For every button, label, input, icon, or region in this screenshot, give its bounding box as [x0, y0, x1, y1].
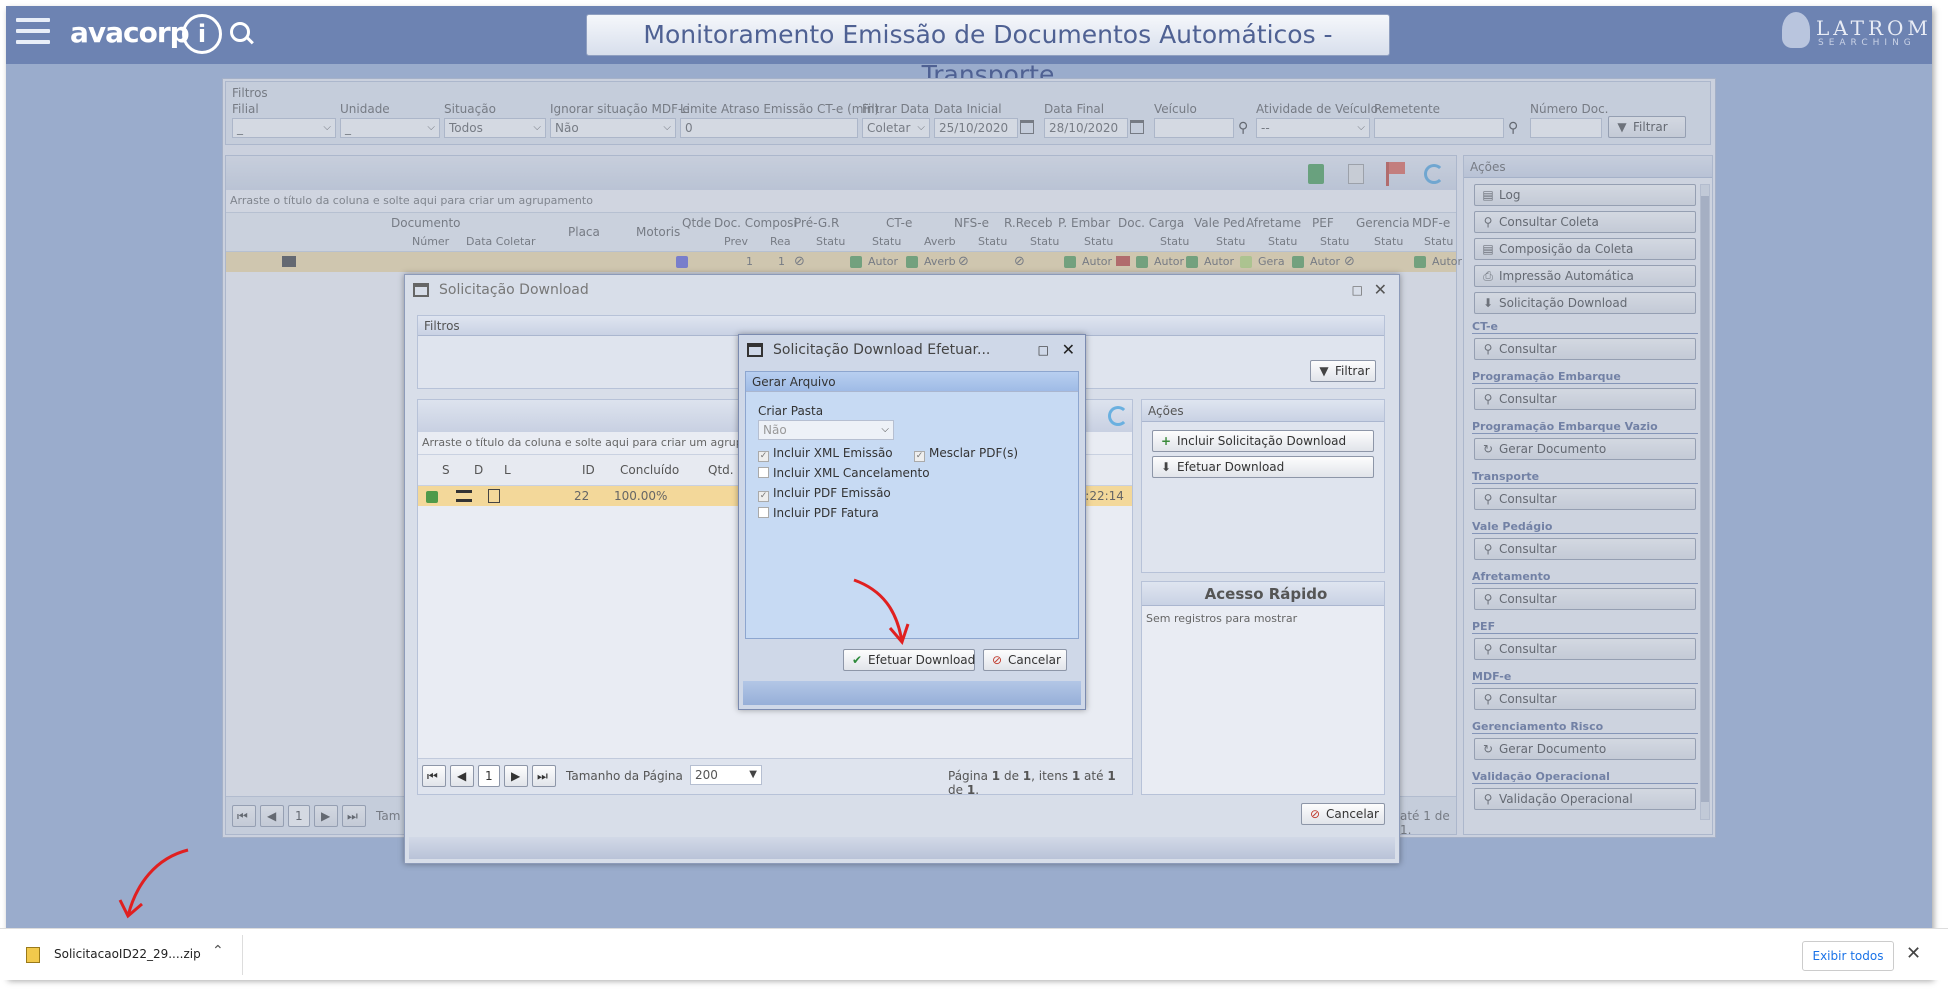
download-bar: SolicitacaoID22_29....zip ⌃ Exibir todos… — [0, 928, 1948, 980]
list-icon[interactable] — [456, 490, 472, 502]
efetuar-cancel-button[interactable]: ⊘ Cancelar — [983, 649, 1067, 671]
page-number[interactable]: 1 — [478, 765, 500, 787]
quick-access-panel: Acesso Rápido Sem registros para mostrar — [1141, 581, 1385, 795]
quick-access-title: Acesso Rápido — [1142, 582, 1384, 606]
top-bar: avacorp i Monitoramento Emissão de Docum… — [6, 6, 1932, 89]
incluir-xml-cancelamento-checkbox[interactable]: Incluir XML Cancelamento — [758, 466, 930, 480]
dialog-title: Solicitação Download — [439, 282, 589, 298]
first-page-button[interactable]: ⏮ — [422, 765, 446, 787]
dialog-actions: Ações + Incluir Solicitação Download ⬇ Efe… — [1141, 399, 1385, 573]
maximize-icon[interactable]: □ — [1352, 275, 1363, 305]
window-icon — [413, 283, 429, 297]
dialog-cancel-button[interactable]: ⊘ Cancelar — [1301, 803, 1385, 825]
cancel-icon: ⊘ — [991, 653, 1003, 667]
dialog-footer — [409, 837, 1395, 859]
red-arrow-annotation — [118, 848, 189, 919]
gerar-arquivo-header: Gerar Arquivo — [746, 372, 1078, 392]
divider — [242, 935, 243, 975]
chevron-up-icon[interactable]: ⌃ — [212, 943, 224, 959]
download-file-name[interactable]: SolicitacaoID22_29....zip — [54, 947, 201, 961]
quick-access-empty: Sem registros para mostrar — [1146, 612, 1298, 625]
cancel-icon: ⊘ — [1309, 807, 1321, 821]
pager-info: Página 1 de 1, itens 1 até 1 de 1. — [948, 769, 1116, 797]
refresh-icon[interactable] — [1108, 406, 1128, 426]
app-window: avacorp i Monitoramento Emissão de Docum… — [6, 6, 1932, 978]
dialog-filter-button[interactable]: ▼ Filtrar — [1310, 360, 1376, 382]
efetuar-download-action-button[interactable]: ⬇ Efetuar Download — [1152, 456, 1374, 478]
col-d[interactable]: D — [474, 463, 483, 477]
brand-helmet-icon — [1782, 12, 1810, 48]
funnel-icon: ▼ — [1319, 364, 1329, 378]
criar-pasta-select[interactable]: Não ⌵ — [758, 420, 894, 440]
close-icon[interactable]: ✕ — [1374, 275, 1387, 305]
red-arrow-annotation — [853, 578, 910, 645]
dialog-title-bar: Solicitação Download □ ✕ — [405, 275, 1399, 305]
col-id[interactable]: ID — [582, 463, 595, 477]
row-id: 22 — [574, 489, 590, 503]
col-concluido[interactable]: Concluído — [620, 463, 679, 477]
dialog-title-bar: Solicitação Download Efetuar... □ ✕ — [739, 335, 1085, 365]
maximize-icon[interactable]: □ — [1038, 335, 1049, 365]
brand-subtitle: SEARCHING — [1818, 38, 1916, 48]
col-qtd[interactable]: Qtd. — [708, 463, 734, 477]
dialog-title: Solicitação Download Efetuar... — [773, 342, 991, 358]
incluir-pdf-fatura-checkbox[interactable]: Incluir PDF Fatura — [758, 506, 879, 520]
next-page-button[interactable]: ▶ — [504, 765, 528, 787]
efetuar-download-dialog: Solicitação Download Efetuar... □ ✕ Gera… — [738, 334, 1086, 710]
incluir-solicitacao-button[interactable]: + Incluir Solicitação Download — [1152, 430, 1374, 452]
incluir-pdf-emissao-checkbox[interactable]: ✓ Incluir PDF Emissão — [758, 486, 891, 502]
col-s[interactable]: S — [442, 463, 450, 477]
document-icon[interactable] — [488, 489, 500, 503]
dialog-pager: ⏮ ◀ 1 ▶ ⏭ Tamanho da Página 200 ▼ Página … — [418, 758, 1132, 797]
plus-icon: + — [1160, 434, 1172, 448]
efetuar-download-button[interactable]: ✔ Efetuar Download — [843, 649, 975, 671]
zip-file-icon — [26, 947, 40, 963]
dialog-actions-header: Ações — [1142, 400, 1384, 422]
check-circle-icon: ✔ — [851, 653, 863, 667]
app-logo: avacorp — [70, 16, 190, 49]
page-size-label: Tamanho da Página — [566, 769, 683, 783]
dialog-footer — [743, 681, 1081, 705]
row-concluido: 100.00% — [614, 489, 668, 503]
mesclar-pdf-checkbox[interactable]: ✓ Mesclar PDF(s) — [914, 446, 1018, 462]
brand-name: LATROMI — [1816, 16, 1932, 40]
col-l[interactable]: L — [504, 463, 511, 477]
info-icon[interactable]: i — [182, 14, 222, 54]
dialog-filters-header: Filtros — [418, 316, 1384, 336]
close-icon[interactable]: ✕ — [1906, 943, 1921, 964]
page-size-select[interactable]: 200 ▼ — [690, 765, 762, 785]
window-icon — [747, 343, 763, 357]
last-page-button[interactable]: ⏭ — [532, 765, 556, 787]
criar-pasta-label: Criar Pasta — [758, 404, 824, 418]
group-hint: Arraste o título da coluna e solte aqui … — [422, 436, 743, 449]
close-icon[interactable]: ✕ — [1062, 335, 1075, 365]
download-icon: ⬇ — [1160, 460, 1172, 474]
prev-page-button[interactable]: ◀ — [450, 765, 474, 787]
page-title: Monitoramento Emissão de Documentos Auto… — [586, 14, 1390, 89]
show-all-button[interactable]: Exibir todos — [1802, 941, 1894, 971]
incluir-xml-emissao-checkbox[interactable]: ✓ Incluir XML Emissão — [758, 446, 893, 462]
menu-icon[interactable] — [16, 18, 50, 51]
